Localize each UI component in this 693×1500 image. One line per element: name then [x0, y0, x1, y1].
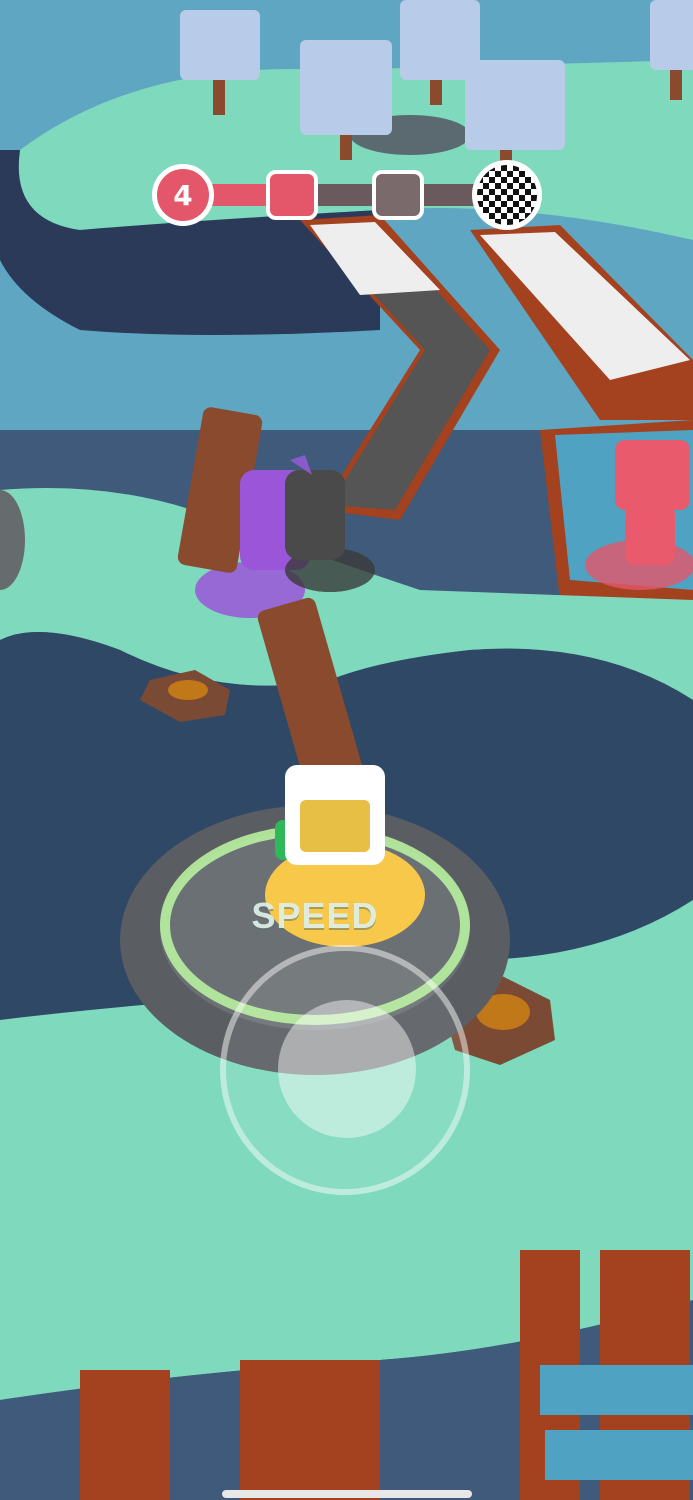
speed-powerup-label: SPEED — [251, 895, 379, 936]
stage-marker-completed — [266, 170, 318, 220]
stage-marker — [372, 170, 424, 220]
progress-segment-completed — [210, 184, 270, 206]
home-indicator[interactable] — [222, 1490, 472, 1498]
checkered-flag-icon — [472, 160, 542, 230]
progress-segment — [318, 184, 374, 206]
level-number-badge: 4 — [152, 164, 214, 226]
progress-segment — [422, 184, 478, 206]
level-progress-bar: 4 — [152, 160, 544, 230]
game-screen: 4 SPEED — [0, 0, 693, 1500]
joystick-knob[interactable] — [278, 1000, 416, 1138]
tree — [465, 60, 565, 165]
